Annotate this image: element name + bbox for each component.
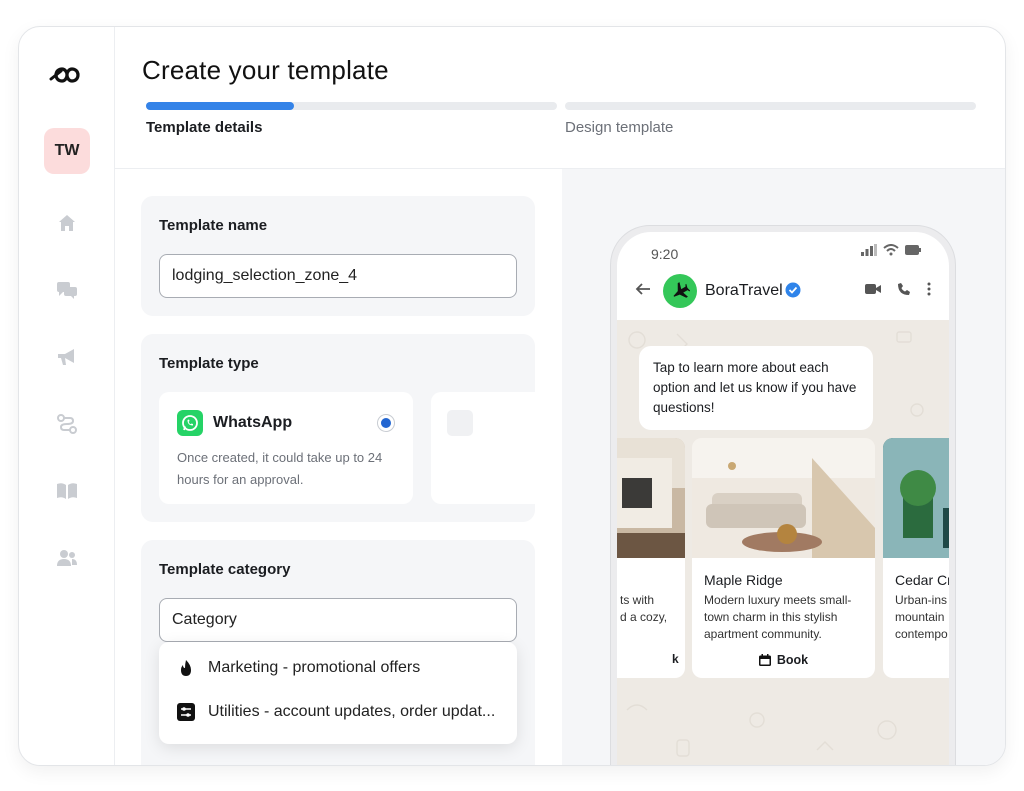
carousel-card-cedar[interactable]: Cedar Cr Urban-ins mountain contempo (883, 438, 949, 678)
sliders-icon (177, 703, 195, 721)
category-option-marketing[interactable]: Marketing - promotional offers (159, 646, 517, 690)
step-progress-details (146, 102, 557, 110)
chat-icon[interactable] (55, 278, 79, 302)
card-title: Maple Ridge (704, 572, 783, 588)
category-option-label: Marketing - promotional offers (208, 659, 421, 676)
whatsapp-type-option[interactable]: WhatsApp Once created, it could take up … (159, 392, 413, 504)
phone-mockup: 9:20 BoraTravel Tap to learn more about … (610, 225, 956, 765)
secondary-type-option[interactable] (431, 392, 535, 504)
category-option-utilities[interactable]: Utilities - account updates, order updat… (159, 690, 517, 734)
template-category-title: Template category (159, 561, 291, 578)
avatar[interactable]: TW (44, 128, 90, 174)
status-icons (861, 244, 921, 256)
step-progress-fill (146, 102, 294, 110)
contact-name: BoraTravel (705, 282, 783, 299)
users-icon[interactable] (55, 546, 79, 570)
video-call-icon[interactable] (865, 283, 881, 295)
whatsapp-option-name: WhatsApp (213, 414, 293, 431)
step-template-details[interactable]: Template details (146, 119, 262, 136)
radio-selected-dot (381, 418, 391, 428)
template-name-card: Template name (141, 196, 535, 316)
template-name-title: Template name (159, 217, 268, 234)
template-type-card: Template type WhatsApp Once created, it … (141, 334, 535, 522)
card-button-fragment[interactable]: k (672, 652, 679, 666)
phone-screen: 9:20 BoraTravel Tap to learn more about … (617, 232, 949, 765)
chat-header: BoraTravel (617, 268, 949, 318)
flow-icon[interactable] (55, 412, 79, 436)
message-bubble: Tap to learn more about each option and … (639, 346, 873, 430)
carousel-card-maple-ridge[interactable]: Maple Ridge Modern luxury meets small-to… (692, 438, 875, 678)
channel-icon (447, 410, 473, 436)
book-button-label: Book (776, 653, 809, 667)
home-icon[interactable] (55, 211, 79, 235)
chat-body: Tap to learn more about each option and … (617, 320, 949, 765)
chat-actions (865, 282, 931, 296)
whatsapp-icon (177, 410, 203, 436)
verified-badge-icon (785, 282, 801, 303)
urban-apartment-image (883, 438, 949, 558)
category-option-label: Utilities - account updates, order updat… (208, 703, 496, 720)
sidebar: TW (19, 27, 115, 765)
signal-icon (861, 244, 877, 256)
wifi-icon (883, 244, 899, 256)
infinity-logo-icon[interactable] (47, 63, 87, 87)
avatar-initials: TW (54, 142, 80, 159)
whatsapp-option-description: Once created, it could take up to 24 hou… (177, 450, 383, 487)
status-time: 9:20 (651, 246, 679, 262)
card-description: Modern luxury meets small-town charm in … (704, 593, 852, 641)
step-design-template[interactable]: Design template (565, 119, 673, 136)
page-title: Create your template (142, 55, 389, 85)
carousel-card[interactable]: ts with d a cozy, k (617, 438, 685, 678)
template-name-input[interactable] (159, 254, 517, 298)
flame-icon (177, 659, 195, 677)
megaphone-icon[interactable] (55, 345, 79, 369)
hotel-room-image (617, 438, 685, 558)
book-button[interactable]: Book (692, 648, 875, 672)
calendar-icon (758, 654, 771, 666)
book-icon[interactable] (55, 479, 79, 503)
airplane-icon (663, 274, 697, 308)
more-options-icon[interactable] (927, 282, 931, 296)
back-arrow-icon[interactable] (635, 282, 651, 301)
app-window: TW Create your template Template details (18, 26, 1006, 766)
battery-icon (905, 245, 921, 255)
card-carousel[interactable]: ts with d a cozy, k Maple Ridge Modern l… (617, 438, 949, 678)
card-title: Cedar Cr (895, 572, 949, 588)
preview-pane: 9:20 BoraTravel Tap to learn more about … (562, 169, 1005, 765)
phone-call-icon[interactable] (897, 282, 911, 296)
step-progress-design (565, 102, 976, 110)
category-select[interactable] (159, 598, 517, 642)
living-room-image (692, 438, 875, 558)
whatsapp-radio[interactable] (377, 414, 395, 432)
card-description: Urban-ins mountain contempo (895, 593, 948, 641)
template-type-title: Template type (159, 355, 259, 372)
card-description: ts with d a cozy, (620, 593, 668, 624)
category-dropdown: Marketing - promotional offers Utilities… (159, 642, 517, 744)
page-header: Create your template Template details De… (115, 27, 1005, 169)
